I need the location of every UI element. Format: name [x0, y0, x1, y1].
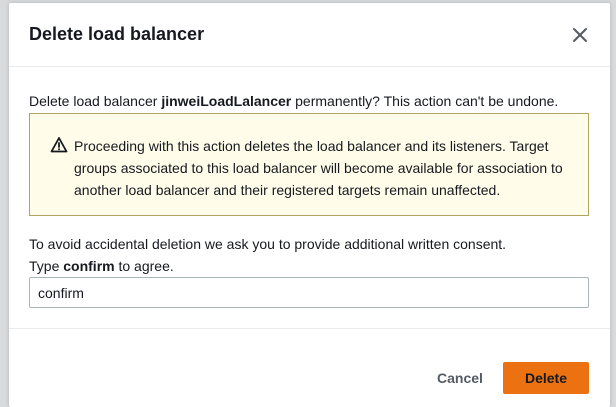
- consent-instructions: To avoid accidental deletion we ask you …: [29, 233, 506, 277]
- cancel-button[interactable]: Cancel: [423, 362, 497, 394]
- delete-intro-text: Delete load balancer jinweiLoadLalancer …: [29, 92, 558, 110]
- load-balancer-name: jinweiLoadLalancer: [161, 93, 292, 109]
- delete-load-balancer-dialog: Delete load balancer Delete load balance…: [9, 3, 610, 407]
- consent-line-1: To avoid accidental deletion we ask you …: [29, 236, 507, 252]
- footer-divider: [9, 328, 610, 329]
- dialog-title: Delete load balancer: [29, 24, 205, 44]
- consent-prefix: Type: [29, 258, 64, 274]
- warning-alert: Proceeding with this action deletes the …: [29, 113, 589, 216]
- close-icon: [573, 28, 587, 42]
- warning-icon: [50, 137, 68, 153]
- confirm-input[interactable]: [29, 277, 589, 308]
- delete-button[interactable]: Delete: [503, 362, 589, 394]
- consent-suffix: to agree.: [114, 258, 174, 274]
- consent-keyword: confirm: [63, 258, 115, 274]
- warning-text: Proceeding with this action deletes the …: [74, 138, 563, 198]
- intro-prefix: Delete load balancer: [29, 93, 162, 109]
- intro-suffix: permanently? This action can't be undone…: [291, 93, 559, 109]
- close-button[interactable]: [570, 25, 590, 45]
- dialog-header: Delete load balancer: [9, 3, 610, 67]
- consent-line-2: Type confirm to agree.: [29, 255, 506, 277]
